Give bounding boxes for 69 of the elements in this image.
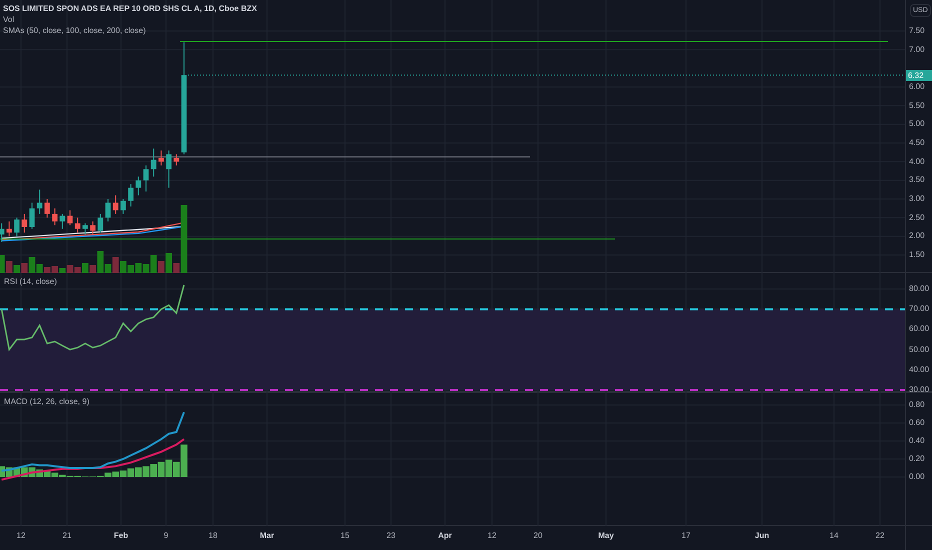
candle [128, 184, 134, 207]
time-axis-label: Jun [754, 531, 770, 541]
macd-axis-label: 0.20 [909, 454, 925, 464]
price-axis-label: 4.50 [909, 138, 925, 148]
time-axis-label: Apr [438, 531, 452, 541]
rsi-axis-label: 40.00 [909, 364, 930, 375]
candle [52, 208, 58, 226]
candle [67, 210, 73, 226]
candle [36, 189, 42, 214]
price-axis-label: 3.00 [909, 194, 925, 204]
time-axis-label: Mar [260, 531, 274, 541]
macd-label: MACD (12, 26, close, 9) [4, 397, 90, 407]
rsi-label: RSI (14, close) [4, 277, 57, 287]
candle [166, 150, 172, 188]
time-axis-label: 17 [682, 531, 690, 541]
candle [174, 154, 180, 166]
price-axis-label: 2.00 [909, 231, 925, 242]
candle [29, 202, 35, 230]
time-axis-label: 20 [534, 531, 542, 541]
candle [74, 217, 80, 234]
volume-label: Vol [3, 14, 14, 25]
macd-axis-label: 0.60 [909, 418, 925, 428]
price-axis-label: 5.00 [909, 119, 925, 130]
candle [14, 217, 20, 237]
price-axis-label: 1.50 [909, 250, 925, 260]
time-axis-label: 23 [386, 531, 396, 541]
time-axis-label: 9 [164, 531, 168, 541]
price-axis-label: 2.50 [909, 212, 925, 223]
last-price-label: 6.32 [906, 70, 932, 81]
time-axis-label: 15 [340, 531, 350, 541]
rsi-axis-label: 80.00 [909, 284, 930, 294]
time-axis-label: 18 [208, 531, 218, 541]
rsi-axis-label: 60.00 [909, 324, 930, 334]
candle [120, 198, 126, 214]
price-axis-label: 3.50 [909, 175, 925, 186]
candle [98, 213, 104, 234]
time-axis-label: Feb [114, 531, 128, 541]
sma-label: SMAs (50, close, 100, close, 200, close) [3, 25, 146, 36]
candle [22, 213, 28, 234]
macd-axis-label: 0.40 [909, 436, 925, 446]
time-axis-label: 14 [830, 531, 838, 541]
candle [90, 220, 96, 235]
candle [44, 198, 50, 218]
time-axis-label: 12 [488, 531, 496, 541]
price-axis-label: 7.50 [909, 26, 925, 36]
time-axis-label: May [598, 531, 614, 541]
time-axis-label: 21 [62, 531, 72, 541]
candle [105, 198, 111, 222]
candle [143, 164, 149, 192]
rsi-axis-label: 30.00 [909, 385, 930, 395]
candle [6, 220, 12, 237]
macd-axis-label: 0.00 [909, 472, 925, 482]
candle [150, 148, 156, 178]
macd-axis-label: 0.80 [909, 400, 925, 410]
rsi-axis-label: 70.00 [909, 304, 930, 314]
candle [60, 213, 66, 230]
candle [82, 222, 88, 235]
price-axis-label: 4.00 [909, 156, 925, 167]
candle [112, 194, 118, 214]
rsi-axis-label: 50.00 [909, 344, 930, 355]
time-axis-label: 12 [16, 531, 26, 541]
candle [158, 150, 164, 166]
time-axis-label: 22 [876, 531, 884, 541]
price-axis-label: 7.00 [909, 44, 925, 55]
candle [0, 222, 4, 242]
price-axis-label: 5.50 [909, 100, 925, 111]
price-axis-label: 6.00 [909, 82, 925, 92]
candle [136, 176, 142, 196]
chart-title: SOS LIMITED SPON ADS EA REP 10 ORD SHS CL A, 1D, Cboe BZX [3, 3, 258, 14]
